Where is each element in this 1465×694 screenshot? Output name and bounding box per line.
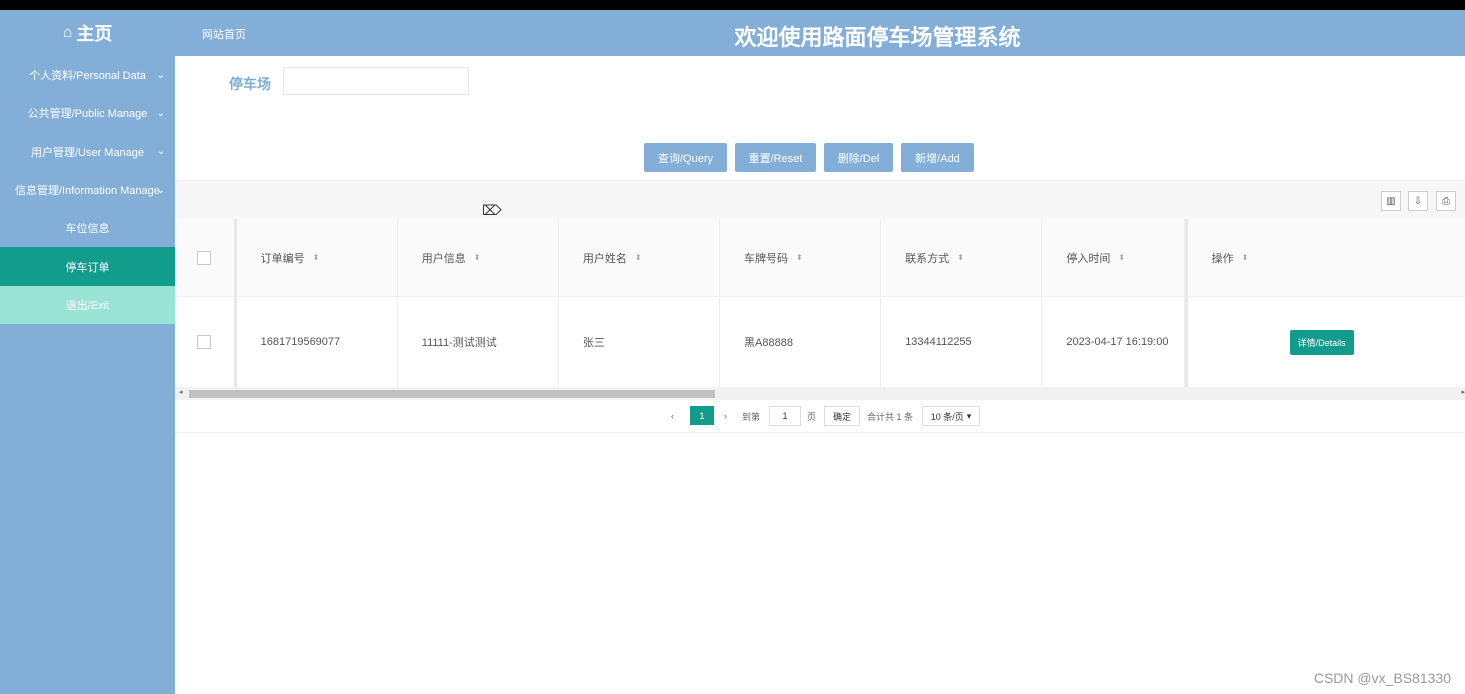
delete-button[interactable]: 删除/Del <box>824 143 893 172</box>
export-icon[interactable]: ⇩ <box>1408 191 1428 211</box>
sort-icon[interactable]: ⬍ <box>313 253 320 262</box>
sidebar-item-label: 车位信息 <box>65 223 110 236</box>
col-action[interactable]: 操作 ⬍ <box>1184 219 1465 296</box>
query-button[interactable]: 查询/Query <box>644 143 727 172</box>
goto-label: 到第 <box>742 411 761 422</box>
sidebar-item-label: 停车订单 <box>65 261 110 274</box>
cell-plate: 黑A88888 <box>720 297 882 387</box>
system-title: 欢迎使用路面停车场管理系统 <box>734 25 1021 50</box>
column-header: 用户信息 <box>421 252 466 265</box>
sort-icon[interactable]: ⬍ <box>796 253 803 262</box>
header: ⌂ 主页 网站首页 欢迎使用路面停车场管理系统 <box>0 10 1465 56</box>
details-button[interactable]: 详情/Details <box>1289 329 1354 355</box>
next-page-icon[interactable]: › <box>724 406 727 426</box>
col-plate[interactable]: 车牌号码 ⬍ <box>720 219 882 296</box>
sidebar-item-public-manage[interactable]: 公共管理/Public Manage ⌄ <box>0 94 175 132</box>
print-icon[interactable]: ⎙ <box>1436 191 1456 211</box>
col-order-no[interactable]: 订单编号 ⬍ <box>237 219 398 296</box>
chevron-down-icon: ⌄ <box>156 107 165 119</box>
sidebar-item-user-manage[interactable]: 用户管理/User Manage ⌄ <box>0 133 175 171</box>
scroll-left-icon[interactable]: ◂ <box>179 388 183 396</box>
data-table: 订单编号 ⬍ 用户信息 ⬍ 用户姓名 ⬍ 车牌号码 ⬍ 联系方式 ⬍ 停入时间 ⬍ 操作 ⬍ … <box>175 219 1465 387</box>
cell-user-name: 张三 <box>559 297 721 387</box>
sort-icon[interactable]: ⬍ <box>635 253 642 262</box>
prev-page-icon[interactable]: ‹ <box>671 406 674 426</box>
col-user-info[interactable]: 用户信息 ⬍ <box>398 219 559 296</box>
pagination: ‹ 1 › 到第 1 页 确定 合计共 1 条 10 条/页 ▾ <box>175 400 1465 433</box>
sidebar-item-label: 信息管理/Information Manage <box>15 185 160 198</box>
column-header: 联系方式 <box>905 252 950 265</box>
sidebar-item-parking-order[interactable]: 停车订单 <box>0 247 175 286</box>
column-header: 车牌号码 <box>744 252 789 265</box>
per-page-value: 10 条/页 <box>930 411 964 422</box>
horizontal-scrollbar[interactable]: ◂ ▸ <box>175 387 1465 400</box>
sidebar-item-label: 个人资料/Personal Data <box>29 70 146 83</box>
main-content: 停车场 查询/Query 重置/Reset 删除/Del 新增/Add ▥ ⇩ … <box>175 56 1465 694</box>
chevron-down-icon: ⌄ <box>156 69 165 81</box>
chevron-down-icon: ▾ <box>966 410 972 421</box>
table-toolbar: ▥ ⇩ ⎙ <box>175 180 1465 220</box>
row-checkbox[interactable] <box>197 335 212 349</box>
search-label: 停车场 <box>229 76 271 92</box>
row-checkbox-cell <box>175 297 237 387</box>
table-row: 1681719569077 11111-测试测试 张三 黑A88888 1334… <box>175 297 1465 387</box>
reset-button[interactable]: 重置/Reset <box>735 143 816 172</box>
confirm-button[interactable]: 确定 <box>824 406 860 426</box>
chevron-down-icon: ⌄ <box>156 146 165 158</box>
action-buttons: 查询/Query 重置/Reset 删除/Del 新增/Add <box>644 143 974 172</box>
sort-icon[interactable]: ⬍ <box>474 253 481 262</box>
sort-icon[interactable]: ⬍ <box>957 253 964 262</box>
page-unit-label: 页 <box>807 411 817 422</box>
mouse-cursor-icon: ⌦ <box>482 202 502 218</box>
column-header: 停入时间 <box>1066 252 1111 265</box>
total-count: 合计共 1 条 <box>867 411 914 422</box>
col-contact[interactable]: 联系方式 ⬍ <box>881 219 1043 296</box>
chevron-down-icon: ⌄ <box>156 184 165 196</box>
goto-page-input[interactable]: 1 <box>769 406 801 426</box>
sidebar-item-exit[interactable]: 退出/Exit <box>0 285 175 325</box>
per-page-select[interactable]: 10 条/页 ▾ <box>922 406 980 426</box>
current-page-button[interactable]: 1 <box>690 406 714 425</box>
column-header: 操作 <box>1211 252 1234 265</box>
header-checkbox-cell <box>175 219 237 296</box>
sidebar: 个人资料/Personal Data ⌄ 公共管理/Public Manage … <box>0 56 175 694</box>
sort-icon[interactable]: ⬍ <box>1242 253 1249 262</box>
sidebar-item-personal-data[interactable]: 个人资料/Personal Data ⌄ <box>0 56 175 94</box>
add-button[interactable]: 新增/Add <box>901 143 974 172</box>
cell-action: 详情/Details <box>1184 297 1465 387</box>
col-time[interactable]: 停入时间 ⬍ <box>1042 219 1185 296</box>
select-all-checkbox[interactable] <box>197 250 212 265</box>
sidebar-item-label: 公共管理/Public Manage <box>27 108 148 121</box>
col-user-name[interactable]: 用户姓名 ⬍ <box>559 219 721 296</box>
sort-icon[interactable]: ⬍ <box>1118 253 1125 262</box>
cell-time: 2023-04-17 16:19:00 <box>1042 297 1185 387</box>
cell-contact: 13344112255 <box>881 297 1043 387</box>
columns-filter-icon[interactable]: ▥ <box>1381 191 1401 211</box>
cell-order-no: 1681719569077 <box>237 297 398 387</box>
top-black-bar <box>0 0 1465 10</box>
sidebar-item-information-manage[interactable]: 信息管理/Information Manage ⌄ <box>0 171 175 209</box>
column-header: 订单编号 <box>260 252 305 265</box>
sidebar-item-label: 用户管理/User Manage <box>30 146 145 159</box>
scroll-thumb[interactable] <box>189 390 715 398</box>
column-header: 用户姓名 <box>582 252 627 265</box>
scroll-right-icon[interactable]: ▸ <box>1461 388 1465 396</box>
cell-user-info: 11111-测试测试 <box>398 297 559 387</box>
table-header-row: 订单编号 ⬍ 用户信息 ⬍ 用户姓名 ⬍ 车牌号码 ⬍ 联系方式 ⬍ 停入时间 ⬍ 操作 ⬍ <box>175 219 1465 297</box>
parking-lot-search-input[interactable] <box>283 67 469 95</box>
sidebar-item-parking-space[interactable]: 车位信息 <box>0 209 175 247</box>
watermark: CSDN @vx_BS81330 <box>1313 670 1451 686</box>
sidebar-item-label: 退出/Exit <box>65 299 110 312</box>
